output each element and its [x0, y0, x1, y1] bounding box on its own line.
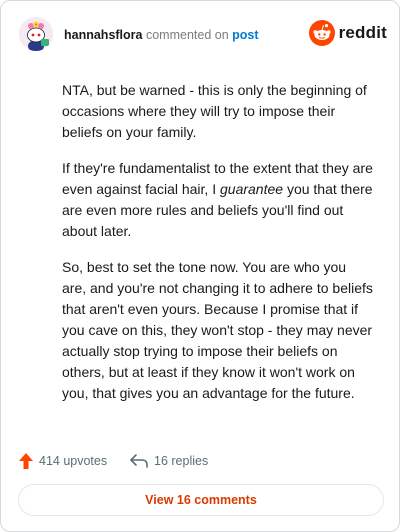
snoo-avatar-icon	[19, 17, 53, 51]
avatar[interactable]	[19, 17, 53, 51]
commented-on-label: commented on	[145, 28, 229, 42]
comment-paragraph: If they're fundamentalist to the extent …	[62, 158, 374, 242]
upvote-arrow-icon	[19, 453, 33, 469]
comment-body: NTA, but be warned - this is only the be…	[62, 80, 374, 419]
upvote-count: 414 upvotes	[39, 454, 108, 468]
comment-header: hannahsflora commented on post reddit	[19, 17, 387, 53]
emphasis-text: guarantee	[220, 181, 284, 197]
comment-paragraph: NTA, but be warned - this is only the be…	[62, 82, 367, 140]
view-comments-button[interactable]: View 16 comments	[18, 484, 384, 516]
comment-meta: hannahsflora commented on post	[64, 27, 259, 43]
reddit-logo-icon	[308, 20, 335, 46]
reply-arrow-icon	[130, 454, 148, 468]
reddit-brand[interactable]: reddit	[308, 19, 387, 47]
comment-card: hannahsflora commented on post reddit NT…	[0, 0, 400, 532]
comment-paragraph: So, best to set the tone now. You are wh…	[62, 259, 373, 401]
comment-stats: 414 upvotes 16 replies	[18, 449, 378, 473]
reply-count: 16 replies	[154, 454, 209, 468]
upvote-stat[interactable]: 414 upvotes	[18, 449, 107, 473]
username-link[interactable]: hannahsflora	[64, 28, 143, 42]
replies-stat[interactable]: 16 replies	[129, 449, 208, 473]
post-link[interactable]: post	[232, 28, 258, 42]
reddit-wordmark: reddit	[338, 23, 387, 42]
